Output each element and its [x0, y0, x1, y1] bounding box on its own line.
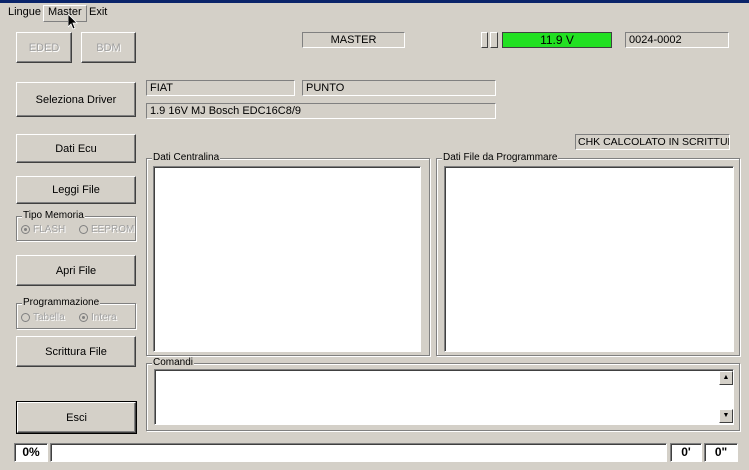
menu-bar: Lingue Master Exit [0, 3, 749, 22]
dati-file-label: Dati File da Programmare [442, 152, 559, 164]
radio-flash[interactable]: FLASH [21, 224, 65, 235]
scrittura-file-button[interactable]: Scrittura File [16, 336, 136, 367]
radio-flash-dot [21, 225, 30, 234]
eded-button[interactable]: EDED [16, 32, 72, 63]
mode-label: MASTER [302, 32, 405, 48]
leggi-file-button[interactable]: Leggi File [16, 176, 136, 204]
tipo-memoria-group: Tipo Memoria FLASH EEPROM [16, 210, 136, 241]
apri-file-button[interactable]: Apri File [16, 255, 136, 286]
programmazione-label: Programmazione [22, 297, 101, 309]
dati-ecu-button[interactable]: Dati Ecu [16, 134, 136, 163]
engine-label: 1.9 16V MJ Bosch EDC16C8/9 [146, 103, 496, 119]
dati-centralina-label: Dati Centralina [152, 152, 221, 164]
progress-bar [50, 443, 667, 462]
comandi-textarea[interactable]: ▲ ▼ [154, 369, 734, 425]
radio-tabella-dot [21, 313, 30, 322]
dati-centralina-group: Dati Centralina [146, 152, 430, 356]
bdm-button[interactable]: BDM [81, 32, 136, 63]
battery-terminal-right [490, 32, 498, 48]
dati-centralina-list[interactable] [153, 166, 421, 352]
mouse-cursor-icon [68, 14, 78, 30]
elapsed-seconds: 0" [704, 443, 738, 462]
radio-intera-dot [79, 313, 88, 322]
menu-exit[interactable]: Exit [85, 5, 111, 20]
esci-button[interactable]: Esci [16, 401, 137, 434]
menu-lingue[interactable]: Lingue [4, 5, 45, 20]
chk-label: CHK CALCOLATO IN SCRITTURA [575, 134, 730, 150]
radio-eeprom-dot [79, 225, 88, 234]
programmazione-group: Programmazione Tabella Intera [16, 297, 136, 329]
voltage-indicator: 11.9 V [502, 32, 612, 48]
radio-eeprom[interactable]: EEPROM [79, 224, 134, 235]
elapsed-minutes: 0' [670, 443, 702, 462]
comandi-label: Comandi [152, 357, 195, 369]
dati-file-group: Dati File da Programmare [436, 152, 740, 356]
seleziona-driver-button[interactable]: Seleziona Driver [16, 82, 136, 117]
menu-master[interactable]: Master [43, 5, 87, 22]
tipo-memoria-label: Tipo Memoria [22, 210, 85, 222]
radio-tabella[interactable]: Tabella [21, 312, 65, 323]
scroll-down-icon[interactable]: ▼ [719, 409, 733, 423]
serial-label: 0024-0002 [625, 32, 729, 48]
scroll-up-icon[interactable]: ▲ [719, 371, 733, 385]
battery-terminal-left [481, 32, 488, 48]
model-label: PUNTO [302, 80, 496, 96]
comandi-group: Comandi ▲ ▼ [146, 357, 740, 431]
dati-file-list[interactable] [444, 166, 734, 352]
progress-percent: 0% [14, 443, 48, 462]
brand-label: FIAT [146, 80, 295, 96]
radio-intera[interactable]: Intera [79, 312, 117, 323]
